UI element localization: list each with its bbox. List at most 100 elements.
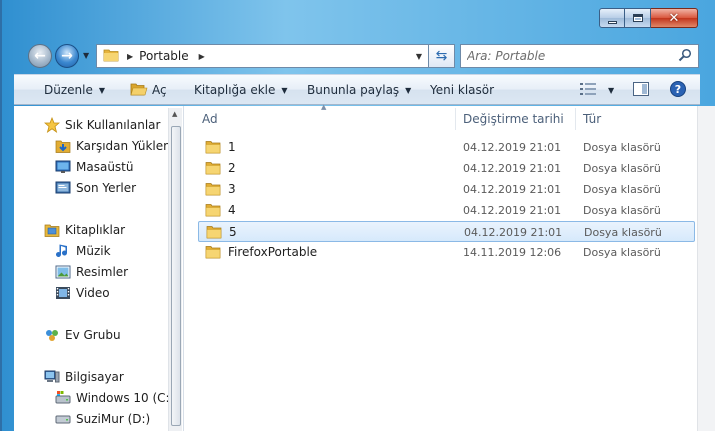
- nav-item-desktop[interactable]: Masaüstü: [55, 159, 133, 175]
- file-name: 4: [228, 203, 236, 217]
- file-date: 04.12.2019 21:01: [463, 141, 562, 154]
- file-name-cell[interactable]: 4: [205, 203, 236, 217]
- recent-pages-dropdown[interactable]: ▼: [83, 51, 89, 60]
- nav-item-music[interactable]: Müzik: [55, 243, 111, 259]
- file-row[interactable]: 4 04.12.2019 21:01 Dosya klasörü: [198, 200, 695, 221]
- change-view-button[interactable]: ▼: [580, 75, 614, 105]
- file-name-cell[interactable]: 5: [206, 225, 237, 239]
- file-type: Dosya klasörü: [583, 162, 661, 175]
- breadcrumb-portable[interactable]: Portable: [139, 49, 188, 63]
- folder-icon: [206, 225, 222, 239]
- nav-item-label: Masaüstü: [76, 160, 134, 174]
- add-to-library-button[interactable]: Kitaplığa ekle ▼: [194, 75, 288, 105]
- nav-favorites-label: Sık Kullanılanlar: [65, 118, 161, 132]
- refresh-button[interactable]: ⇆: [429, 44, 455, 68]
- scrollbar-thumb[interactable]: [171, 126, 181, 426]
- navigation-scrollbar[interactable]: ▲: [168, 108, 182, 431]
- scroll-up-icon[interactable]: ▲: [172, 110, 177, 118]
- sort-ascending-icon: ▲: [321, 103, 327, 111]
- nav-item-label: Resimler: [76, 265, 129, 279]
- file-type: Dosya klasörü: [583, 204, 661, 217]
- file-list-scrollbar[interactable]: [697, 106, 715, 431]
- file-name: 1: [228, 140, 236, 154]
- organize-label: Düzenle: [44, 83, 93, 97]
- file-row[interactable]: 1 04.12.2019 21:01 Dosya klasörü: [198, 137, 695, 158]
- pictures-icon: [55, 264, 71, 280]
- add-to-library-label: Kitaplığa ekle: [194, 83, 276, 97]
- nav-item-label: SuziMur (D:): [76, 412, 151, 426]
- file-type: Dosya klasörü: [583, 183, 661, 196]
- help-icon: ?: [670, 80, 686, 100]
- file-name-cell[interactable]: 2: [205, 161, 236, 175]
- address-dropdown-icon[interactable]: ▼: [416, 52, 422, 61]
- nav-homegroup[interactable]: Ev Grubu: [44, 327, 121, 343]
- nav-item-recent-places[interactable]: Son Yerler: [55, 180, 136, 196]
- chevron-down-icon: ▼: [608, 85, 615, 95]
- maximize-button[interactable]: [625, 8, 651, 28]
- nav-item-label: Son Yerler: [76, 181, 137, 195]
- forward-arrow-icon: →: [61, 48, 73, 64]
- search-icon[interactable]: [678, 48, 692, 65]
- search-box[interactable]: [460, 44, 699, 68]
- file-date: 04.12.2019 21:01: [463, 183, 562, 196]
- column-divider[interactable]: [575, 108, 576, 130]
- downloads-folder-icon: [55, 138, 71, 154]
- libraries-icon: [44, 222, 60, 238]
- desktop-icon: [55, 159, 71, 175]
- file-date: 14.11.2019 12:06: [463, 246, 562, 259]
- open-button[interactable]: Aç: [130, 75, 167, 105]
- nav-item-videos[interactable]: Video: [55, 285, 110, 301]
- search-input[interactable]: [467, 49, 667, 63]
- back-arrow-icon: ←: [34, 48, 46, 64]
- nav-computer-label: Bilgisayar: [65, 370, 124, 384]
- file-row[interactable]: 2 04.12.2019 21:01 Dosya klasörü: [198, 158, 695, 179]
- back-button[interactable]: ←: [28, 44, 52, 68]
- svg-text:?: ?: [675, 83, 681, 96]
- help-button[interactable]: ?: [670, 75, 686, 105]
- address-bar[interactable]: ▶ Portable ▶ ▼: [96, 44, 429, 68]
- file-row[interactable]: FirefoxPortable 14.11.2019 12:06 Dosya kla…: [198, 242, 695, 263]
- column-header-name[interactable]: Ad: [202, 108, 218, 130]
- column-header-modified[interactable]: Değiştirme tarihi: [463, 108, 564, 130]
- folder-icon: [205, 203, 221, 217]
- star-icon: [44, 117, 60, 133]
- nav-item-downloads[interactable]: Karşıdan Yüklem: [55, 138, 175, 154]
- nav-item-label: Windows 10 (C:): [76, 391, 175, 405]
- file-name: 3: [228, 182, 236, 196]
- file-name-cell[interactable]: 1: [205, 140, 236, 154]
- breadcrumb-separator-icon[interactable]: ▶: [127, 52, 133, 61]
- file-name-cell[interactable]: 3: [205, 182, 236, 196]
- organize-button[interactable]: Düzenle ▼: [44, 75, 105, 105]
- file-name: 5: [229, 225, 237, 239]
- chevron-down-icon: ▼: [98, 85, 106, 95]
- nav-computer[interactable]: Bilgisayar: [44, 369, 124, 385]
- breadcrumb-separator-icon[interactable]: ▶: [199, 52, 205, 61]
- nav-libraries[interactable]: Kitaplıklar: [44, 222, 125, 238]
- open-label: Aç: [152, 83, 167, 97]
- close-button[interactable]: ✕: [651, 8, 698, 28]
- file-name-cell[interactable]: FirefoxPortable: [205, 245, 317, 259]
- nav-item-drive-c[interactable]: Windows 10 (C:): [55, 390, 174, 406]
- folder-icon: [205, 182, 221, 196]
- nav-item-drive-d[interactable]: SuziMur (D:): [55, 411, 150, 427]
- nav-libraries-label: Kitaplıklar: [65, 223, 126, 237]
- nav-item-label: Video: [76, 286, 110, 300]
- minimize-button[interactable]: [599, 8, 625, 28]
- preview-pane-button[interactable]: [633, 75, 649, 105]
- file-type: Dosya klasörü: [584, 226, 662, 239]
- share-with-button[interactable]: Bununla paylaş ▼: [307, 75, 411, 105]
- file-row[interactable]: 3 04.12.2019 21:01 Dosya klasörü: [198, 179, 695, 200]
- chevron-down-icon: ▼: [281, 85, 288, 95]
- column-divider[interactable]: [455, 108, 456, 130]
- music-note-icon: [55, 243, 71, 259]
- computer-icon: [44, 369, 60, 385]
- new-folder-label: Yeni klasör: [430, 83, 495, 97]
- command-bar: Düzenle ▼ Aç Kitaplığa ekle ▼ Bununla payl…: [14, 74, 700, 105]
- column-header-type[interactable]: Tür: [583, 108, 601, 130]
- file-date: 04.12.2019 21:01: [463, 162, 562, 175]
- nav-item-pictures[interactable]: Resimler: [55, 264, 128, 280]
- file-row[interactable]: 5 04.12.2019 21:01 Dosya klasörü: [198, 221, 695, 242]
- new-folder-button[interactable]: Yeni klasör: [430, 75, 494, 105]
- nav-favorites[interactable]: Sık Kullanılanlar: [44, 117, 160, 133]
- forward-button[interactable]: →: [55, 44, 79, 68]
